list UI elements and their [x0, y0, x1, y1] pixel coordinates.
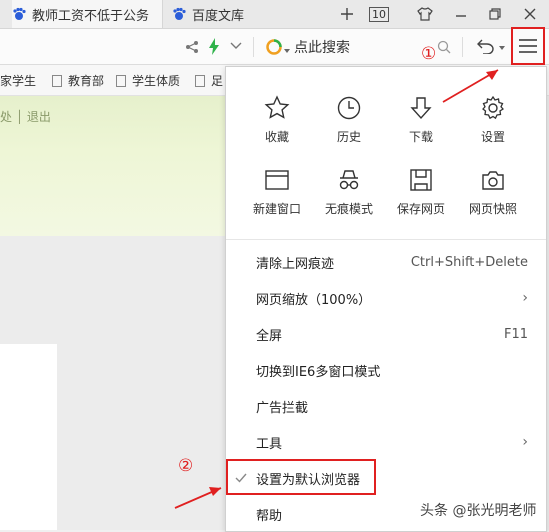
- watermark-text: 头条 @张光明老师: [420, 503, 537, 519]
- arrow-to-menu-button: [442, 69, 499, 103]
- arrow-to-default-browser: [174, 487, 222, 509]
- annotation-arrows: [174, 69, 499, 509]
